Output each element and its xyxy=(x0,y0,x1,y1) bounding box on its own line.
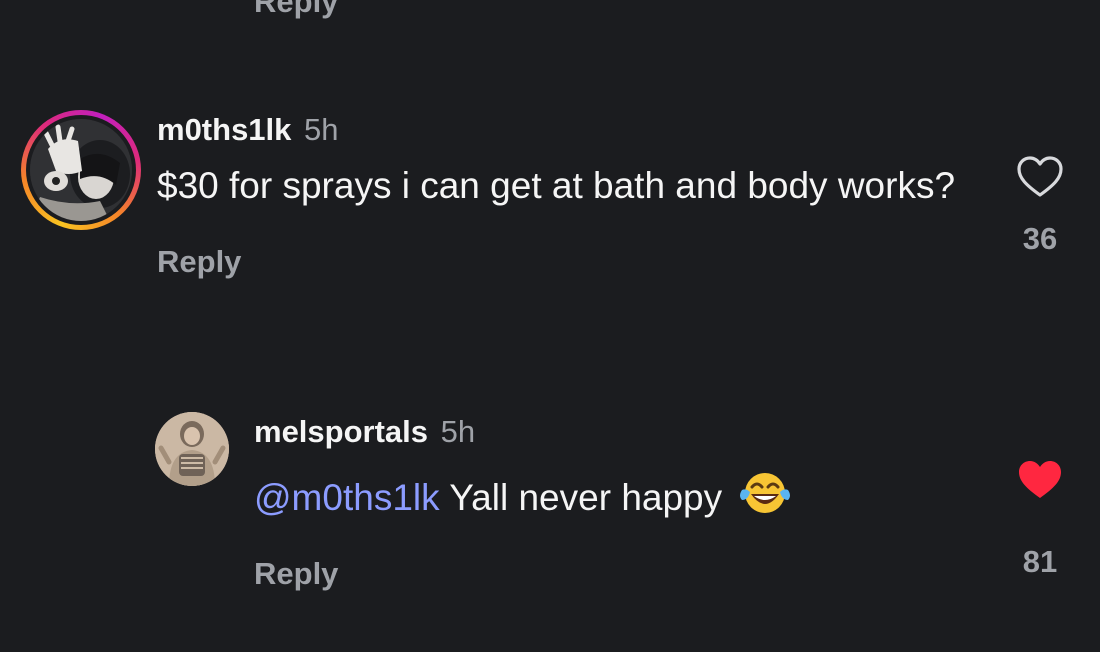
like-count: 81 xyxy=(1022,544,1058,579)
reply-button[interactable]: Reply xyxy=(254,556,974,592)
comment-message: Yall never happy xyxy=(449,477,723,518)
reply-comment-melsportals: melsportals 5h @m0ths1lk Yall never happ… xyxy=(254,414,974,592)
avatar-photo-icon xyxy=(155,412,229,486)
comment-username[interactable]: melsportals xyxy=(254,414,428,449)
comment-header: melsportals 5h xyxy=(254,414,974,450)
avatar-ring-gap xyxy=(26,115,136,225)
comment-username[interactable]: m0ths1lk xyxy=(157,112,291,147)
like-column: 36 xyxy=(1010,155,1070,257)
avatar-image xyxy=(30,119,132,221)
previous-reply-button[interactable]: Reply xyxy=(254,0,338,20)
comment-header: m0ths1lk 5h xyxy=(157,112,977,148)
like-column: 81 xyxy=(1010,458,1070,580)
avatar-photo-icon xyxy=(30,119,132,221)
avatar-melsportals[interactable] xyxy=(155,412,229,486)
comment-timestamp: 5h xyxy=(440,414,476,449)
heart-outline-icon[interactable] xyxy=(1016,155,1064,199)
comment-timestamp: 5h xyxy=(304,112,339,147)
comment-m0ths1lk: m0ths1lk 5h $30 for sprays i can get at … xyxy=(157,112,977,280)
like-count: 36 xyxy=(1022,221,1058,256)
heart-filled-icon[interactable] xyxy=(1016,458,1064,502)
face-with-tears-of-joy-icon xyxy=(740,473,791,513)
comment-text: @m0ths1lk Yall never happy xyxy=(254,470,974,520)
reply-button[interactable]: Reply xyxy=(157,244,977,280)
avatar-m0ths1lk[interactable] xyxy=(21,110,141,230)
mention-link[interactable]: @m0ths1lk xyxy=(254,477,440,518)
comment-text: $30 for sprays i can get at bath and bod… xyxy=(157,165,956,206)
